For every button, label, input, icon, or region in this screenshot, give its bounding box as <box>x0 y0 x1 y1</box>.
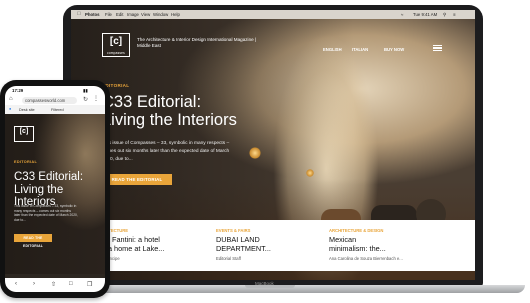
phone-lead: This issue of Compasses – 33, symbolic i… <box>14 204 78 222</box>
card-category[interactable]: ARCHITECTURE & DESIGN <box>329 228 469 233</box>
home-icon[interactable]: ⌂ <box>9 96 13 102</box>
hero-title-line2[interactable]: Living the Interiors <box>102 111 237 130</box>
back-icon[interactable]: ‹ <box>15 281 17 287</box>
forward-icon[interactable]: › <box>33 281 35 287</box>
menubar-item-edit[interactable]: Edit <box>116 10 123 19</box>
phone-status-bar: 17:29 ▮▮ <box>5 86 105 95</box>
read-editorial-button[interactable]: READ THE EDITORIAL <box>102 174 172 185</box>
menubar-item-view[interactable]: View <box>141 10 150 19</box>
phone-tab-filtered[interactable]: Filtered <box>51 108 64 112</box>
article-card[interactable]: ARCHITECTURE Ersa Fantini: a hotel like … <box>95 228 195 261</box>
lamp-light <box>306 169 314 177</box>
article-card[interactable]: EVENTS & FAIRS DUBAI LAND DEPARTMENT... … <box>216 228 311 261</box>
hamburger-menu-icon[interactable] <box>433 43 442 53</box>
site-tagline: The Architecture & Interior Design Inter… <box>137 37 257 48</box>
card-category[interactable]: EVENTS & FAIRS <box>216 228 311 233</box>
card-title-line2[interactable]: like a home at Lake... <box>95 244 195 254</box>
article-card[interactable]: ARCHITECTURE & DESIGN Mexican minimalism… <box>329 228 469 261</box>
wifi-icon[interactable]: ≈ <box>401 10 403 19</box>
card-title-line2[interactable]: minimalism: the... <box>329 244 469 254</box>
card-byline: Lara Principe <box>95 256 120 261</box>
card-byline: Editorial Staff <box>216 256 241 261</box>
lang-italian-link[interactable]: ITALIAN <box>352 47 368 52</box>
menubar-item-help[interactable]: Help <box>171 10 180 19</box>
phone-site-logo[interactable]: [c] <box>14 126 34 142</box>
card-title-line2[interactable]: DEPARTMENT... <box>216 244 311 254</box>
menubar-item-image[interactable]: Image <box>127 10 139 19</box>
menubar-item-window[interactable]: Window <box>153 10 168 19</box>
translate-icon[interactable]: ● <box>9 107 11 111</box>
tabs-icon[interactable]: ❐ <box>87 281 92 288</box>
menubar-item-file[interactable]: File <box>105 10 112 19</box>
site-logo-subtitle: compasses <box>107 51 125 55</box>
phone-url-field[interactable]: compassesworld.com <box>22 96 77 104</box>
phone-toolbar: ● Desk site Filtered <box>5 105 105 114</box>
phone-read-editorial-button[interactable]: READ THE EDITORIAL <box>14 234 52 248</box>
refresh-icon[interactable]: ↻ <box>83 96 88 103</box>
phone-title-line1[interactable]: C33 Editorial: <box>14 171 94 184</box>
clock-display[interactable]: Tue 9:41 AM <box>413 10 437 19</box>
phone-tab-desk-site[interactable]: Desk site <box>19 108 35 112</box>
bookmarks-icon[interactable]: □ <box>69 281 73 287</box>
card-byline: Ana Carolina de Souza Bierrenbach e... <box>329 256 403 261</box>
phone-time: 17:29 <box>12 88 24 93</box>
menubar-app-name[interactable]: Photos <box>85 10 100 19</box>
lamp-light <box>249 147 261 159</box>
phone-title-line2[interactable]: Living the <box>14 184 94 197</box>
hero-title-line1[interactable]: C33 Editorial: <box>102 93 201 112</box>
more-icon[interactable]: ⋮ <box>93 95 99 102</box>
article-cards-strip: ARCHITECTURE Ersa Fantini: a hotel like … <box>71 220 475 271</box>
phone-bottom-bar: ‹ › ⇧ □ ❐ <box>5 278 105 292</box>
phone-title[interactable]: C33 Editorial: Living the Interiors <box>14 171 94 209</box>
phone-screen: 17:29 ▮▮ ⌂ compassesworld.com ↻ ⋮ ● Desk… <box>5 86 105 292</box>
macbook-label: MacBook <box>255 281 274 286</box>
laptop-screen:  Photos File Edit Image View Window Hel… <box>71 10 475 280</box>
share-icon[interactable]: ⇧ <box>51 281 56 288</box>
hero-lead-line2: comes out six months later than the expe… <box>102 149 230 154</box>
phone-kicker[interactable]: EDITORIAL <box>14 160 37 164</box>
lang-english-link[interactable]: ENGLISH <box>323 47 342 52</box>
apple-icon[interactable]:  <box>77 10 81 19</box>
card-category[interactable]: ARCHITECTURE <box>95 228 195 233</box>
buy-now-link[interactable]: BUY NOW <box>384 47 404 52</box>
phone-address-bar: ⌂ compassesworld.com ↻ ⋮ <box>5 95 105 105</box>
search-icon[interactable]: ⚲ <box>443 10 446 19</box>
hero-lead-line1: This issue of Compasses – 33, symbolic i… <box>102 141 230 146</box>
mac-menubar:  Photos File Edit Image View Window Hel… <box>71 10 475 19</box>
signal-icon: ▮▮ <box>83 88 88 93</box>
control-center-icon[interactable]: ≡ <box>453 10 456 19</box>
